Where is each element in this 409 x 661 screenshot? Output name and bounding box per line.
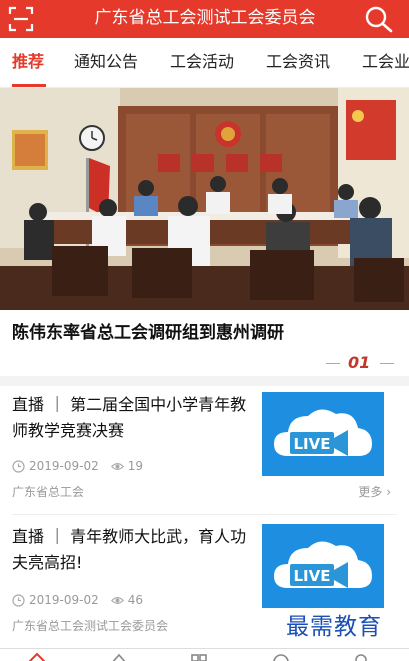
banner-carousel[interactable] xyxy=(0,88,409,310)
clock-icon xyxy=(12,459,25,473)
eye-icon xyxy=(110,462,124,470)
search-icon[interactable] xyxy=(364,5,394,33)
news-source: 广东省总工会测试工会委员会 xyxy=(12,619,169,633)
live-thumbnail: LIVE xyxy=(262,392,384,476)
live-thumbnail: LIVE xyxy=(262,524,384,608)
meeting-room-photo xyxy=(0,88,409,310)
section-divider xyxy=(0,376,409,386)
news-views: 19 xyxy=(127,459,144,473)
tab-union-business[interactable]: 工会业 xyxy=(362,51,409,73)
banner-headline[interactable]: 陈伟东率省总工会调研组到惠州调研 xyxy=(12,320,284,346)
news-views: 46 xyxy=(127,593,144,607)
clock-icon xyxy=(12,593,25,607)
live-label: LIVE xyxy=(294,435,331,453)
news-title: 直播 ｜ 青年教师大比武，育人功夫亮高招! xyxy=(12,527,247,572)
home-icon[interactable] xyxy=(28,652,46,661)
news-meta: 2019-09-02 19 xyxy=(12,458,143,474)
more-link[interactable]: 更多 › xyxy=(358,484,391,500)
news-source: 广东省总工会 xyxy=(12,485,85,499)
active-tab-indicator xyxy=(12,84,46,87)
services-icon[interactable] xyxy=(190,652,208,661)
app-title: 广东省总工会测试工会委员会 xyxy=(94,8,316,28)
news-date: 2019-09-02 xyxy=(29,459,99,473)
watermark: 最需教育 xyxy=(286,614,382,640)
news-item[interactable]: 直播 ｜ 第二届全国中小学青年教师教学竞赛决赛 2019-09-02 19 广东… xyxy=(0,392,409,508)
top-app-bar: 广东省总工会测试工会委员会 xyxy=(0,0,409,38)
news-title: 直播 ｜ 第二届全国中小学青年教师教学竞赛决赛 xyxy=(12,395,247,440)
eye-icon xyxy=(110,596,124,604)
message-icon[interactable] xyxy=(272,652,290,661)
banner-pager: 01 xyxy=(326,352,396,374)
tab-union-news[interactable]: 工会资讯 xyxy=(266,51,330,73)
bottom-nav xyxy=(0,648,409,661)
tab-recommended[interactable]: 推荐 xyxy=(12,51,44,73)
activity-icon[interactable] xyxy=(110,652,128,661)
news-meta: 2019-09-02 46 xyxy=(12,592,143,608)
tab-notices[interactable]: 通知公告 xyxy=(74,51,138,73)
category-tabs: 推荐 通知公告 工会活动 工会资讯 工会业 xyxy=(0,38,409,88)
scan-icon[interactable] xyxy=(8,6,34,32)
profile-icon[interactable] xyxy=(352,652,370,661)
live-label: LIVE xyxy=(294,567,331,585)
banner-index: 01 xyxy=(348,353,371,372)
list-separator xyxy=(12,514,397,515)
news-date: 2019-09-02 xyxy=(29,593,99,607)
tab-union-activities[interactable]: 工会活动 xyxy=(170,51,234,73)
